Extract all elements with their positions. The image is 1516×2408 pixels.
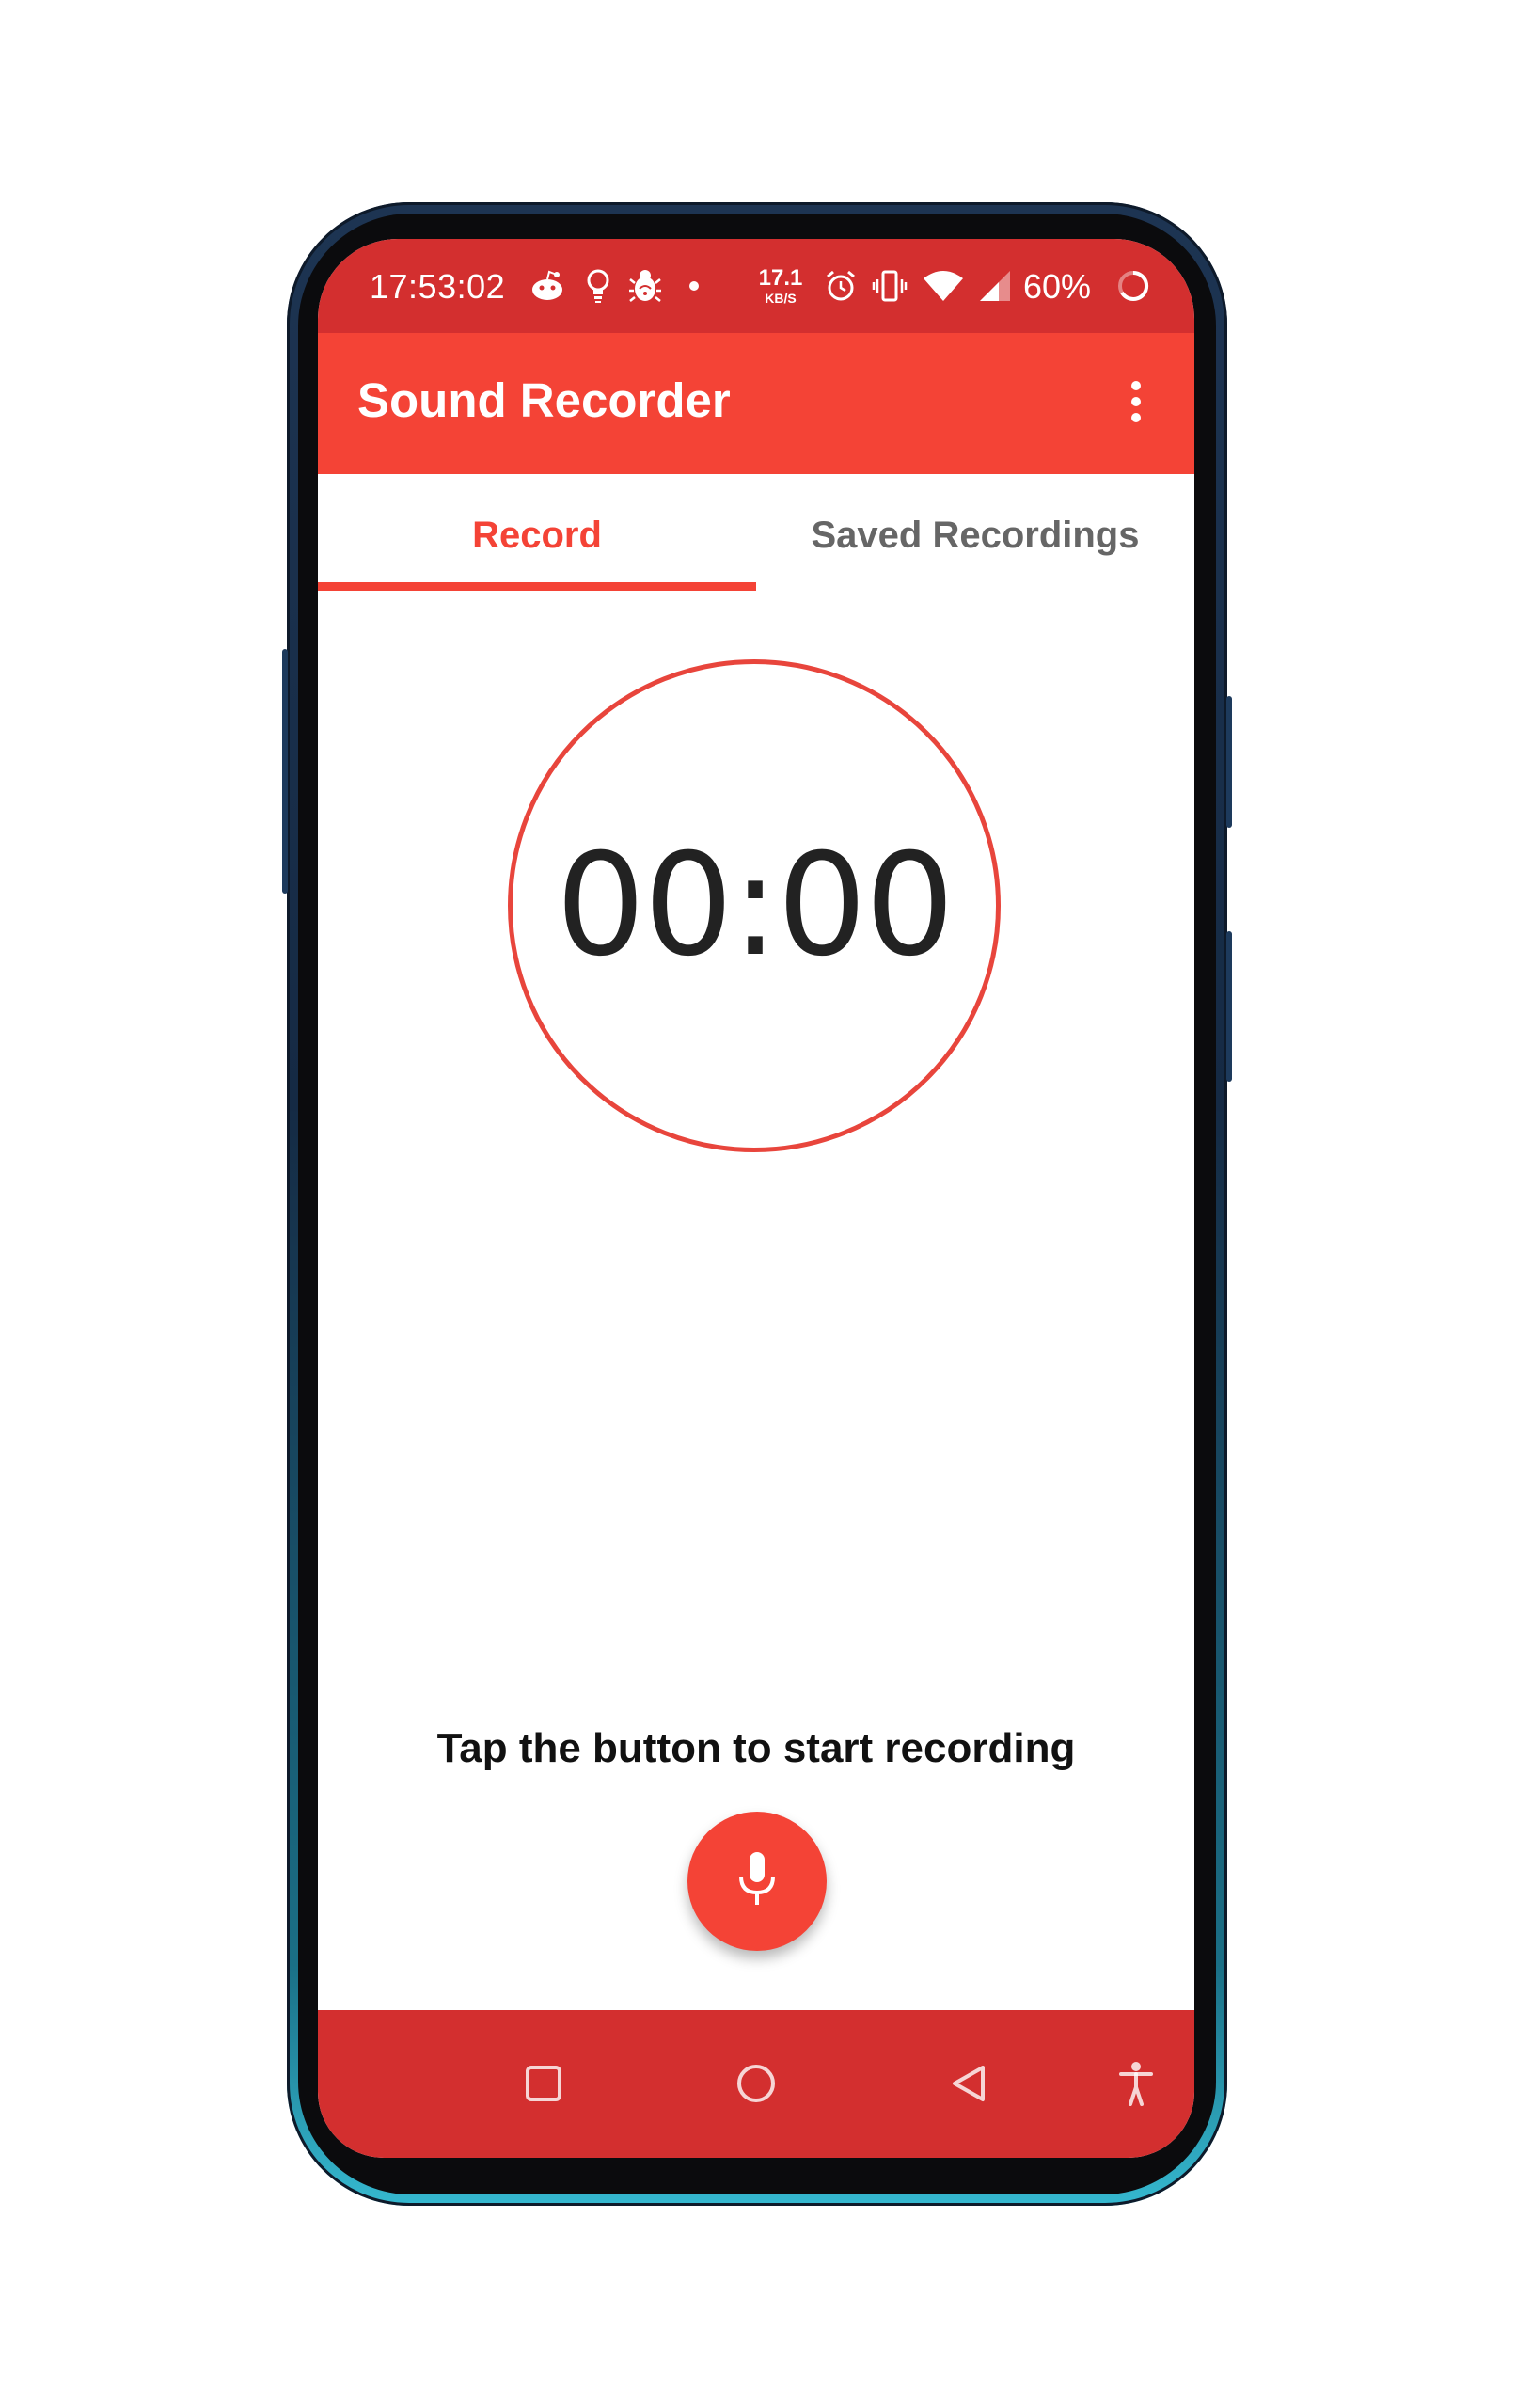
tab-saved-recordings-label: Saved Recordings (811, 514, 1140, 556)
accessibility-button[interactable] (1098, 2048, 1174, 2123)
tab-record[interactable]: Record (318, 474, 756, 596)
app-bar: Sound Recorder (318, 333, 1194, 474)
net-speed: 17.1 KB/S (752, 265, 809, 306)
battery-icon (1113, 265, 1154, 307)
screen: 17:53:02 17.1 KB/S 60% Sound Recorder Re… (318, 239, 1194, 2158)
net-speed-unit: KB/S (765, 291, 797, 306)
back-icon (949, 2064, 988, 2107)
status-bar: 17:53:02 17.1 KB/S 60% (318, 239, 1194, 333)
tab-bar: Record Saved Recordings (318, 474, 1194, 596)
net-speed-value: 17.1 (758, 265, 803, 291)
side-button-right-bottom (1226, 931, 1232, 1082)
back-button[interactable] (931, 2048, 1006, 2123)
battery-percent: 60% (1023, 267, 1092, 306)
vibrate-icon (871, 265, 908, 307)
side-button-right-top (1226, 696, 1232, 828)
status-time: 17:53:02 (370, 267, 506, 306)
side-button-left (282, 649, 288, 894)
more-options-button[interactable] (1117, 371, 1155, 436)
alarm-icon (822, 265, 860, 307)
timer-display: 00:00 (555, 824, 955, 988)
reddit-icon (527, 265, 568, 307)
navigation-bar (318, 2010, 1194, 2158)
signal-icon (976, 265, 1014, 307)
tab-record-label: Record (472, 514, 602, 556)
home-button[interactable] (719, 2048, 794, 2123)
recents-button[interactable] (506, 2048, 581, 2123)
wifi-icon (920, 265, 967, 307)
bug-icon (626, 265, 664, 307)
recents-icon (525, 2065, 562, 2106)
record-button[interactable] (687, 1812, 827, 1951)
more-vert-icon (1130, 380, 1142, 427)
app-title: Sound Recorder (357, 373, 731, 427)
dot-icon (685, 265, 703, 307)
microphone-icon (734, 1850, 780, 1912)
tab-saved-recordings[interactable]: Saved Recordings (756, 474, 1194, 596)
record-hint: Tap the button to start recording (436, 1725, 1076, 1771)
home-icon (735, 2063, 777, 2108)
accessibility-icon (1117, 2061, 1155, 2110)
bulb-icon (581, 265, 615, 307)
tab-indicator (318, 582, 756, 591)
